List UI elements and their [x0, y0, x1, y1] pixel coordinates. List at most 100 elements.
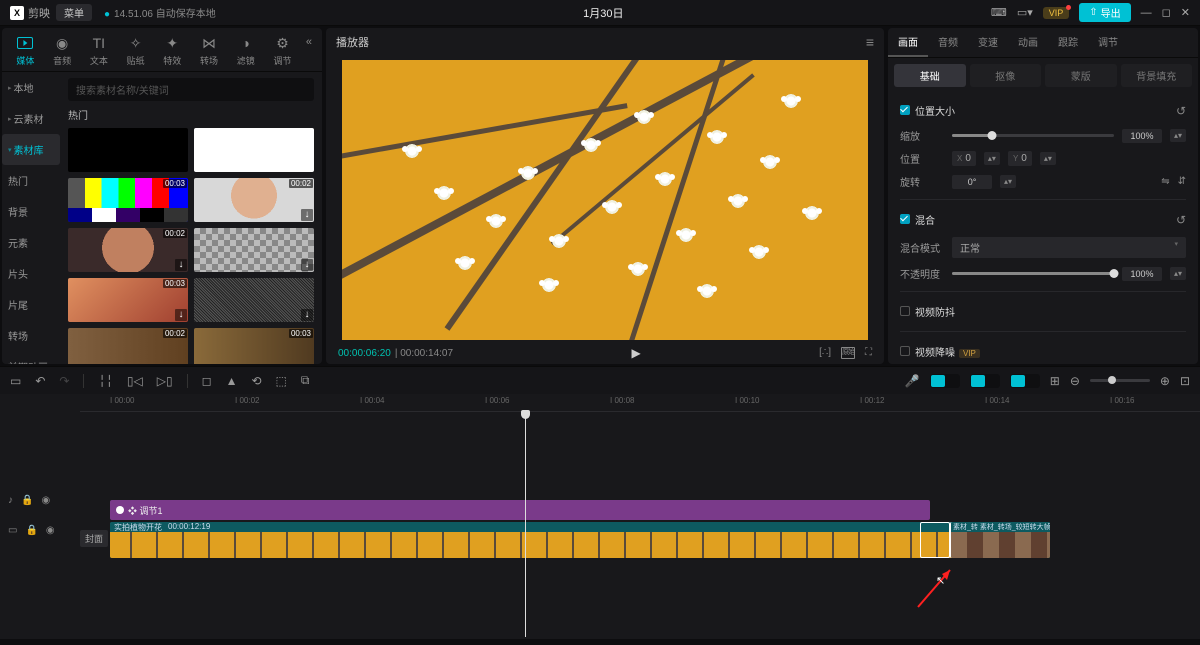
window-close-icon[interactable]: ✕	[1181, 6, 1190, 19]
sidebar-hot[interactable]: 热门	[2, 165, 60, 196]
media-thumb[interactable]: 00:03	[194, 328, 314, 364]
zoom-slider[interactable]	[1090, 379, 1150, 382]
media-thumb[interactable]: 00:03↓	[68, 278, 188, 322]
prop-tab-adjust[interactable]: 调节	[1088, 28, 1128, 57]
split-icon[interactable]: ╎╎	[98, 374, 112, 388]
blend-checkbox[interactable]	[900, 214, 910, 224]
blend-mode-select[interactable]: 正常▾	[952, 237, 1186, 258]
delete-left-icon[interactable]: ▯◁	[127, 374, 143, 388]
position-size-checkbox[interactable]	[900, 105, 910, 115]
media-thumb[interactable]: ↓	[194, 278, 314, 322]
media-thumb[interactable]	[194, 128, 314, 172]
scale-fit-icon[interactable]: [∴]	[819, 347, 831, 359]
video-mute-icon[interactable]: ▭	[8, 525, 17, 536]
snap-toggle[interactable]	[930, 374, 960, 388]
video-clip-2[interactable]: 素材_转 素材_转场_较短转大帧 00	[950, 522, 1050, 558]
window-maximize-icon[interactable]: ◻	[1162, 6, 1171, 19]
fullscreen-icon[interactable]: ⛶	[865, 347, 872, 359]
rotate-value[interactable]: 0°	[952, 175, 992, 189]
tab-media[interactable]: 媒体	[8, 32, 43, 69]
media-thumb[interactable]: 00:02↓	[194, 178, 314, 222]
play-button[interactable]: ▶	[453, 346, 819, 360]
freeze-icon[interactable]: ⬚	[276, 374, 287, 388]
position-y-field[interactable]: Y0	[1008, 151, 1032, 166]
sidebar-trans[interactable]: 转场	[2, 320, 60, 351]
zoom-fit-icon[interactable]: ⊡	[1180, 374, 1190, 388]
cover-button[interactable]: 封面	[80, 530, 108, 547]
subtab-cutout[interactable]: 抠像	[970, 64, 1042, 87]
crop-icon[interactable]: ▲	[226, 374, 238, 388]
position-x-field[interactable]: X0	[952, 151, 976, 166]
media-thumb[interactable]: 00:03↓	[68, 178, 188, 222]
download-icon[interactable]: ↓	[175, 209, 187, 221]
aspect-ratio-button[interactable]: 原始	[841, 347, 855, 359]
prop-tab-track[interactable]: 跟踪	[1048, 28, 1088, 57]
delete-right-icon[interactable]: ▷▯	[157, 374, 173, 388]
adjust-hide-icon[interactable]: ◉	[41, 495, 50, 506]
sidebar-intro[interactable]: 片头	[2, 258, 60, 289]
media-thumb[interactable]: 00:02	[68, 328, 188, 364]
subtab-bgfill[interactable]: 背景填充	[1121, 64, 1193, 87]
scale-value[interactable]: 100%	[1122, 129, 1162, 143]
media-thumb[interactable]: ↓	[194, 228, 314, 272]
video-hide-icon[interactable]: ◉	[46, 525, 55, 536]
video-clip-1[interactable]: 实拍植物开花00:00:12:19	[110, 522, 1050, 558]
sidebar-element[interactable]: 元素	[2, 227, 60, 258]
vip-badge[interactable]: VIP	[1043, 7, 1070, 19]
shortcuts-icon[interactable]: ⌨	[991, 6, 1007, 19]
prop-tab-speed[interactable]: 变速	[968, 28, 1008, 57]
download-icon[interactable]: ↓	[175, 309, 187, 321]
media-thumb[interactable]	[68, 128, 188, 172]
marker-icon[interactable]: ◻	[202, 374, 212, 388]
adjust-lock-icon[interactable]: 🔒	[21, 495, 33, 506]
playhead[interactable]	[525, 412, 526, 637]
player-menu-icon[interactable]: ≡	[866, 34, 874, 50]
flip-v-icon[interactable]: ⇵	[1178, 176, 1186, 187]
scale-stepper[interactable]: ▴▾	[1170, 129, 1186, 142]
timeline-ruler[interactable]: I 00:00 I 00:02 I 00:04 I 00:06 I 00:08 …	[80, 394, 1200, 412]
download-icon[interactable]: ↓	[301, 209, 313, 221]
select-tool-icon[interactable]: ▭	[10, 374, 21, 388]
sidebar-outro[interactable]: 片尾	[2, 289, 60, 320]
preview-toggle[interactable]	[1010, 374, 1040, 388]
link-toggle[interactable]	[970, 374, 1000, 388]
reset-blend-icon[interactable]: ↺	[1176, 213, 1186, 227]
tab-adjust[interactable]: ⚙调节	[265, 32, 300, 69]
tab-transition[interactable]: ⋈转场	[192, 32, 227, 69]
export-button[interactable]: ⇧导出	[1079, 3, 1130, 22]
tab-effect[interactable]: ✦特效	[155, 32, 190, 69]
opacity-slider[interactable]	[952, 272, 1114, 275]
mirror-icon[interactable]: ⧉	[301, 373, 310, 388]
scale-slider[interactable]	[952, 134, 1114, 137]
subtab-mask[interactable]: 蒙版	[1045, 64, 1117, 87]
tab-sticker[interactable]: ✧贴纸	[118, 32, 153, 69]
window-minimize-icon[interactable]: —	[1141, 7, 1152, 19]
subtab-basic[interactable]: 基础	[894, 64, 966, 87]
zoom-in-icon[interactable]: ⊕	[1160, 374, 1170, 388]
prop-tab-audio[interactable]: 音频	[928, 28, 968, 57]
download-icon[interactable]: ↓	[301, 259, 313, 271]
collapse-panel-icon[interactable]: «	[302, 32, 316, 52]
opacity-value[interactable]: 100%	[1122, 267, 1162, 281]
sidebar-local[interactable]: ▸本地	[2, 72, 60, 103]
sidebar-cloud[interactable]: ▸云素材	[2, 103, 60, 134]
tab-text[interactable]: TI文本	[81, 32, 116, 69]
tab-audio[interactable]: ◉音频	[45, 32, 80, 69]
sidebar-preanim[interactable]: 前期动画	[2, 351, 60, 364]
player-viewport[interactable]	[326, 56, 884, 340]
track-area[interactable]: ❖ 调节1 实拍植物开花00:00:12:19 素材_转 素材_转场_较短转大帧…	[80, 412, 1200, 637]
track-expand-icon[interactable]: ⊞	[1050, 374, 1060, 388]
download-icon[interactable]: ↓	[301, 309, 313, 321]
adjustment-clip[interactable]: ❖ 调节1	[110, 500, 930, 520]
sidebar-library[interactable]: ▾素材库	[2, 134, 60, 165]
adjust-mute-icon[interactable]: ♪	[8, 495, 13, 506]
media-thumb[interactable]: 00:02↓	[68, 228, 188, 272]
stabilize-checkbox[interactable]	[900, 306, 910, 316]
prop-tab-anim[interactable]: 动画	[1008, 28, 1048, 57]
prop-tab-video[interactable]: 画面	[888, 28, 928, 57]
reverse-icon[interactable]: ⟲	[251, 374, 261, 388]
menu-dropdown[interactable]: 菜单	[56, 4, 92, 21]
redo-icon[interactable]: ↷	[59, 374, 69, 388]
download-icon[interactable]: ↓	[175, 259, 187, 271]
zoom-out-icon[interactable]: ⊖	[1070, 374, 1080, 388]
